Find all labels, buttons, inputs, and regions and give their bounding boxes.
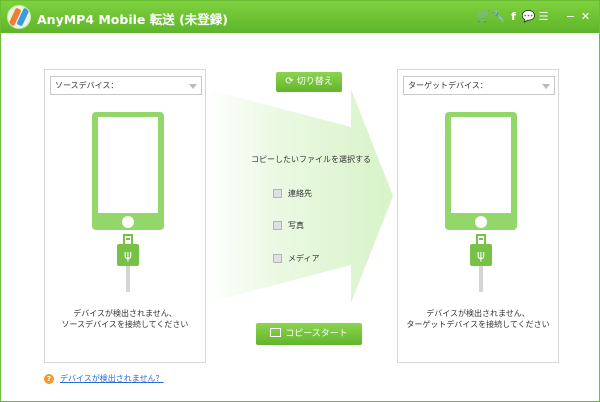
source-status-line2: ソースデバイスを接続してください	[61, 320, 189, 329]
menu-icon[interactable]: ☰	[536, 9, 551, 25]
target-status-line1: デバイスが検出されません、	[426, 309, 530, 318]
contacts-checkbox[interactable]	[273, 189, 282, 198]
start-copy-button[interactable]: コピースタート	[256, 323, 362, 345]
refresh-icon: ⟳	[285, 76, 294, 87]
title-bar: AnyMP4 Mobile 転送 (未登録) 🛒 🔧 f 💬 ☰ − ✕	[1, 1, 599, 33]
source-phone-icon	[92, 112, 164, 230]
key-icon[interactable]: 🔧	[491, 9, 506, 25]
usb-plug-head	[123, 234, 133, 244]
cart-icon[interactable]: 🛒	[476, 9, 491, 25]
usb-connector-icon: ψ	[117, 234, 139, 294]
option-media[interactable]: メディア	[273, 253, 319, 264]
target-device-select[interactable]: ターゲットデバイス：	[403, 76, 555, 95]
source-status-message: デバイスが検出されません、 ソースデバイスを接続してください	[45, 308, 205, 330]
app-title: AnyMP4 Mobile 転送 (未登録)	[37, 12, 229, 27]
option-contacts[interactable]: 連絡先	[273, 188, 312, 199]
switch-button[interactable]: ⟳ 切り替え	[276, 72, 342, 92]
start-copy-button-label: コピースタート	[285, 329, 348, 339]
app-window: AnyMP4 Mobile 転送 (未登録) 🛒 🔧 f 💬 ☰ − ✕ ソース…	[0, 0, 600, 402]
close-icon[interactable]: ✕	[578, 9, 593, 25]
target-device-panel: ターゲットデバイス： ψ デバイスが検出されません、 ターゲットデバイスを接続し…	[397, 69, 559, 363]
facebook-icon[interactable]: f	[506, 9, 521, 25]
switch-button-label: 切り替え	[296, 77, 333, 87]
photos-checkbox[interactable]	[273, 221, 282, 230]
usb-cable	[126, 266, 130, 292]
copy-icon	[270, 328, 282, 337]
media-checkbox[interactable]	[273, 254, 282, 263]
device-not-detected-link[interactable]: デバイスが検出されません？	[60, 373, 164, 384]
phone-home-button	[475, 216, 487, 228]
contacts-label: 連絡先	[288, 189, 312, 198]
chat-icon[interactable]: 💬	[521, 9, 536, 25]
usb-symbol-icon: ψ	[470, 244, 492, 266]
help-link[interactable]: ? デバイスが検出されません？	[44, 373, 164, 384]
target-status-message: デバイスが検出されません、 ターゲットデバイスを接続してください	[398, 308, 558, 330]
option-photos[interactable]: 写真	[273, 220, 304, 231]
target-status-line2: ターゲットデバイスを接続してください	[406, 320, 550, 329]
usb-plug-head	[476, 234, 486, 244]
source-device-select-label: ソースデバイス：	[55, 81, 119, 90]
phone-screen	[451, 117, 511, 213]
minimize-icon[interactable]: −	[563, 9, 578, 25]
help-icon: ?	[44, 373, 54, 384]
copy-prompt: コピーしたいファイルを選択する	[251, 155, 371, 164]
media-label: メディア	[288, 254, 320, 263]
source-device-select[interactable]: ソースデバイス：	[50, 76, 202, 95]
photos-label: 写真	[288, 221, 304, 230]
app-logo-icon	[7, 5, 31, 29]
usb-symbol-icon: ψ	[117, 244, 139, 266]
source-device-panel: ソースデバイス： ψ デバイスが検出されません、 ソースデバイスを接続してくださ…	[44, 69, 206, 363]
phone-home-button	[122, 216, 134, 228]
source-status-line1: デバイスが検出されません、	[73, 309, 177, 318]
usb-cable	[479, 266, 483, 292]
target-phone-icon	[445, 112, 517, 230]
titlebar-controls: 🛒 🔧 f 💬 ☰ − ✕	[476, 9, 593, 25]
chevron-down-icon	[542, 84, 550, 89]
chevron-down-icon	[189, 84, 197, 89]
usb-connector-icon: ψ	[470, 234, 492, 294]
target-device-select-label: ターゲットデバイス：	[408, 81, 488, 90]
phone-screen	[98, 117, 158, 213]
